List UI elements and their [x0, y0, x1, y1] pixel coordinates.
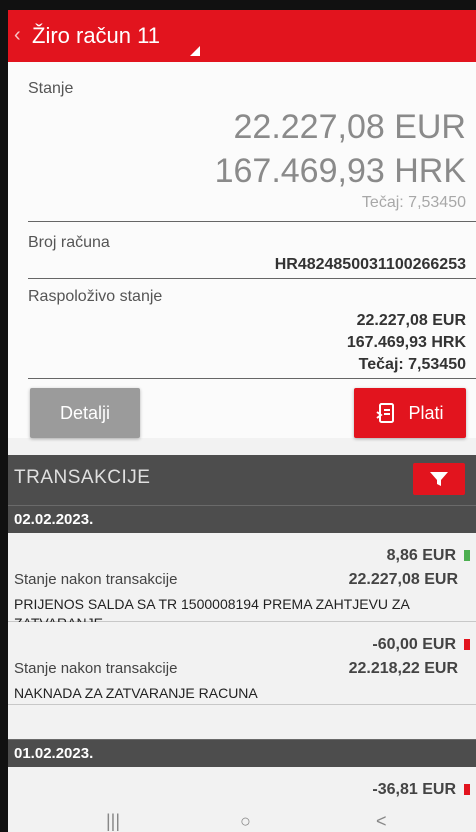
transaction-description: NAKNADA ZA ZATVARANJE RACUNA — [14, 685, 258, 701]
balance-after-value: 22.218,22 EUR — [348, 660, 458, 677]
date-header: 02.02.2023. — [8, 505, 476, 533]
pay-button-label: Plati — [408, 402, 444, 423]
credit-flag-icon — [464, 550, 470, 561]
available-eur: 22.227,08 EUR — [356, 312, 466, 329]
available-balance-label: Raspoloživo stanje — [28, 288, 163, 305]
balance-after-label: Stanje nakon transakcije — [14, 660, 178, 677]
back-nav-icon[interactable]: < — [376, 811, 387, 832]
balance-after-label: Stanje nakon transakcije — [14, 571, 178, 588]
transaction-row[interactable]: -36,81 EUR — [8, 767, 476, 814]
transaction-amount: 8,86 EUR — [386, 547, 456, 564]
date-label: 02.02.2023. — [14, 511, 94, 528]
balance-after-value: 22.227,08 EUR — [348, 571, 458, 588]
balance-label: Stanje — [28, 80, 74, 97]
account-number-label: Broj računa — [28, 234, 110, 251]
pay-button[interactable]: Plati — [354, 388, 466, 438]
balance-eur: 22.227,08 EUR — [233, 108, 467, 146]
date-header: 01.02.2023. — [8, 739, 476, 767]
date-label: 01.02.2023. — [14, 745, 94, 762]
account-title[interactable]: Žiro račun 11 — [32, 23, 160, 49]
balance-rate: Tečaj: 7,53450 — [361, 194, 466, 211]
transactions-title: TRANSAKCIJE — [14, 467, 151, 488]
system-navbar: ||| ○ < — [8, 811, 476, 832]
filter-button[interactable] — [413, 463, 465, 495]
dropdown-corner-icon[interactable] — [190, 46, 200, 56]
available-rate: Tečaj: 7,53450 — [358, 356, 466, 373]
transaction-amount: -36,81 EUR — [372, 781, 456, 798]
divider — [28, 378, 476, 379]
recent-apps-icon[interactable]: ||| — [106, 811, 120, 832]
filter-icon — [430, 472, 448, 486]
home-icon[interactable]: ○ — [240, 811, 251, 832]
transaction-row[interactable]: -60,00 EUR Stanje nakon transakcije 22.2… — [8, 622, 476, 705]
details-button-label: Detalji — [59, 402, 111, 423]
debit-flag-icon — [464, 639, 470, 650]
balance-hrk: 167.469,93 HRK — [214, 152, 466, 190]
payment-icon — [376, 403, 395, 423]
app-header: ‹ Žiro račun 11 — [8, 10, 476, 62]
transactions-header: TRANSAKCIJE — [8, 455, 476, 505]
available-hrk: 167.469,93 HRK — [346, 334, 466, 351]
back-chevron-icon[interactable]: ‹ — [14, 24, 21, 47]
divider — [28, 221, 476, 222]
account-number: HR4824850031100266253 — [274, 256, 466, 273]
app-screen: ‹ Žiro račun 11 Stanje 22.227,08 EUR 167… — [8, 10, 476, 832]
transaction-amount: -60,00 EUR — [372, 636, 456, 653]
transaction-row[interactable]: 8,86 EUR Stanje nakon transakcije 22.227… — [8, 533, 476, 631]
debit-flag-icon — [464, 784, 470, 795]
divider — [28, 278, 476, 279]
details-button[interactable]: Detalji — [30, 388, 140, 438]
